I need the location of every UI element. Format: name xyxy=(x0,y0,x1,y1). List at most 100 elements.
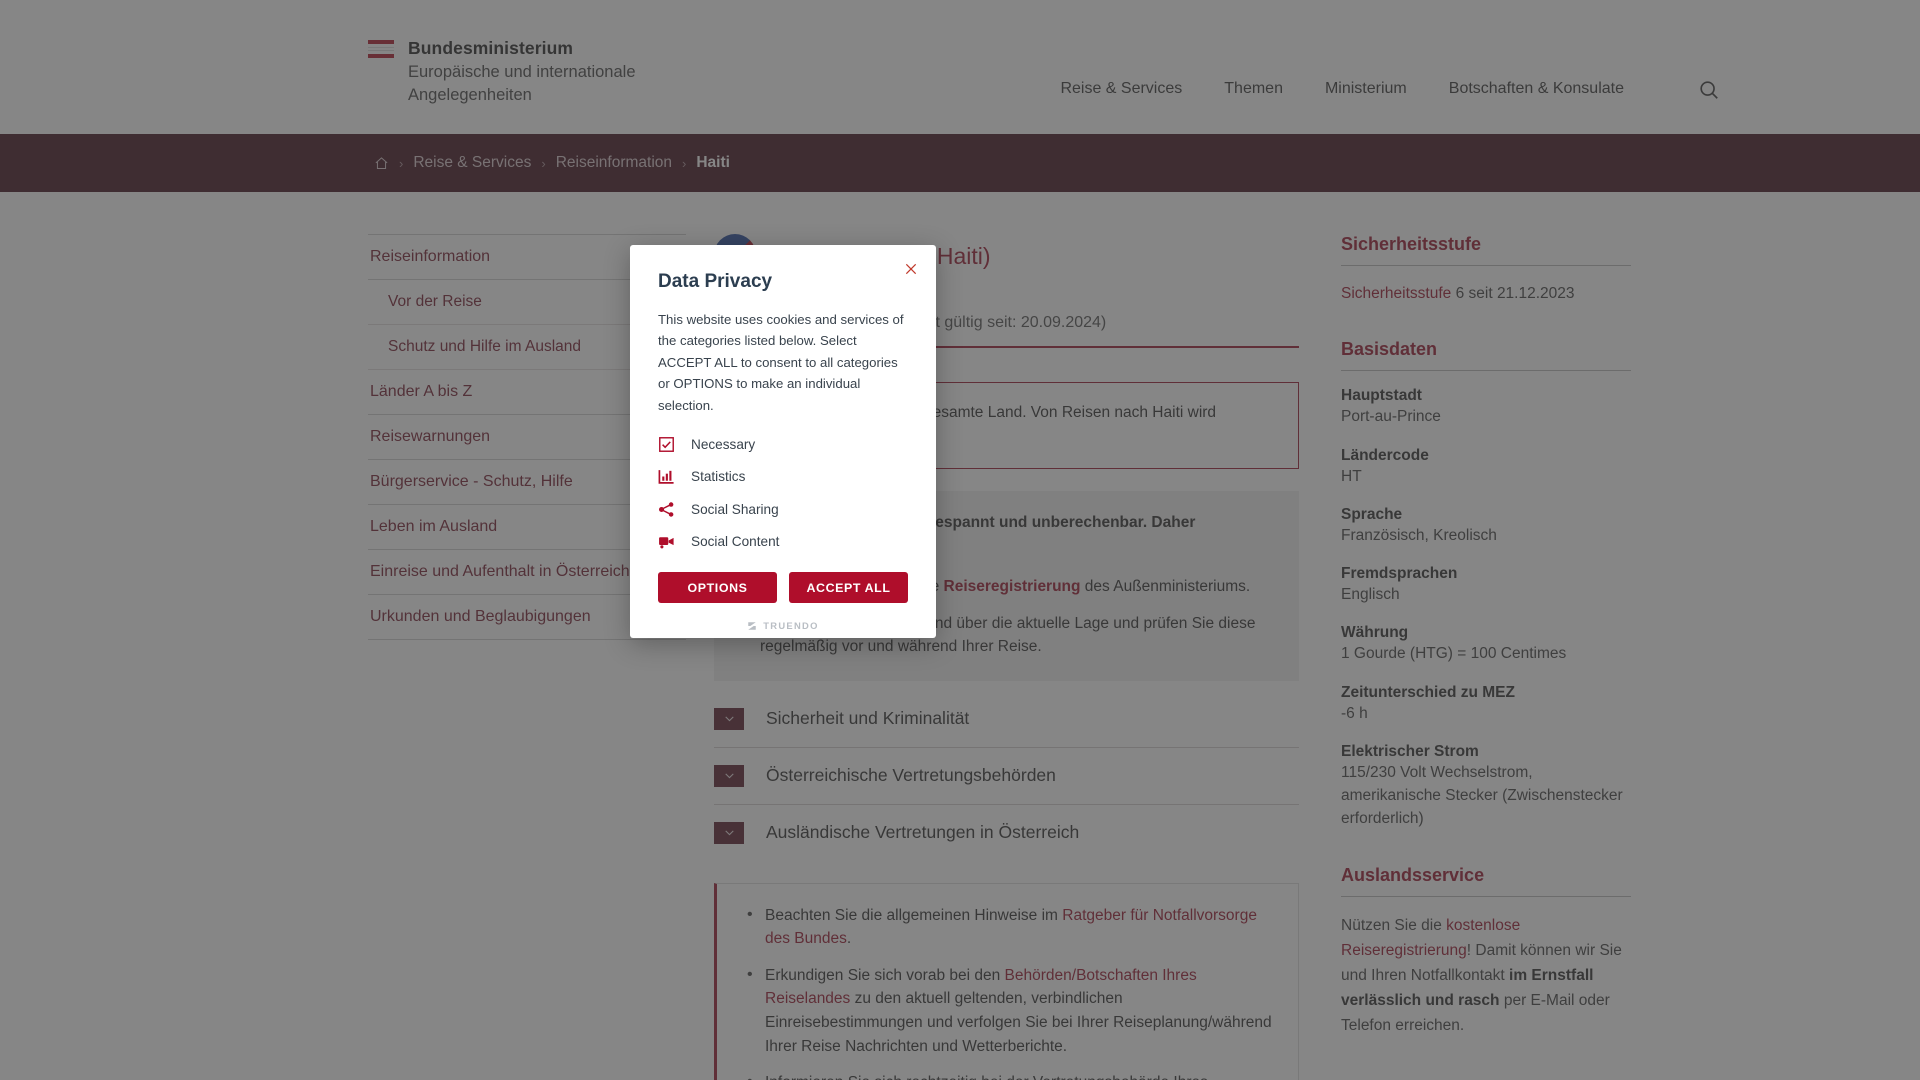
basis-value: Port-au-Prince xyxy=(1341,408,1441,426)
sidebar-label: Länder A bis Z xyxy=(370,383,473,400)
category-label: Necessary xyxy=(691,436,756,452)
basis-row-fremdsprachen: Fremdsprachen Englisch xyxy=(1341,565,1631,606)
modal-button-row: OPTIONS ACCEPT ALL xyxy=(658,572,908,604)
logo-line-1: Bundesministerium xyxy=(408,38,574,58)
sidebar-label: Leben im Ausland xyxy=(370,518,498,535)
breadcrumb-item-haiti: Haiti xyxy=(696,154,730,171)
basis-key: Hauptstadt xyxy=(1341,387,1422,405)
sidebar-label: Urkunden und Beglaubigungen xyxy=(370,608,591,625)
chevron-down-icon[interactable] xyxy=(714,821,744,844)
basis-row-hauptstadt: Hauptstadt Port-au-Prince xyxy=(1341,387,1631,428)
breadcrumb-item-reise-services[interactable]: Reise & Services xyxy=(413,154,531,172)
basis-value: Englisch xyxy=(1341,586,1400,603)
breadcrumb-separator-1: › xyxy=(399,155,404,171)
service-pre: Nützen Sie die xyxy=(1341,916,1447,934)
accordion-label: Ausländische Vertretungen in Österreich xyxy=(766,822,1080,843)
basis-row-laendercode: Ländercode HT xyxy=(1341,447,1631,488)
bar-chart-icon[interactable] xyxy=(658,468,675,485)
info-sidebar: Sicherheitsstufe Sicherheitsstufe 6 seit… xyxy=(1341,234,1631,1080)
basis-value: Französisch, Kreolisch xyxy=(1341,526,1497,544)
breadcrumb-bar: › Reise & Services › Reiseinformation › … xyxy=(0,134,1920,192)
logo-line-2: Europäische und internationale xyxy=(408,62,636,81)
nav-item-reise-services[interactable]: Reise & Services xyxy=(1060,80,1182,98)
austria-flag-icon xyxy=(368,36,394,66)
basis-key: Fremdsprachen xyxy=(1341,565,1458,582)
modal-body-text: This website uses cookies and services o… xyxy=(658,312,904,413)
accordion-oesterreichische-vertretungsbehoerden[interactable]: Österreichische Vertretungsbehörden xyxy=(714,748,1299,805)
advice-pre: Erkundigen Sie sich vorab bei den xyxy=(765,966,1005,984)
sidebar-label: Bürgerservice - Schutz, Hilfe xyxy=(370,473,573,490)
media-content-icon[interactable] xyxy=(658,533,675,550)
sidebar-label: Schutz und Hilfe im Ausland xyxy=(388,338,581,355)
advice-item: Erkundigen Sie sich vorab bei den Behörd… xyxy=(743,963,1276,1058)
basis-row-elektrischer-strom: Elektrischer Strom 115/230 Volt Wechsels… xyxy=(1341,743,1631,831)
sidebar-label: Einreise und Aufenthalt in Österreich xyxy=(370,563,630,580)
breadcrumb: › Reise & Services › Reiseinformation › … xyxy=(374,154,730,172)
page-root: Bundesministerium Europäische und intern… xyxy=(0,0,1920,1080)
chevron-down-icon[interactable] xyxy=(714,707,744,730)
basis-key: Ländercode xyxy=(1341,446,1429,464)
advice-pre: Beachten Sie die allgemeinen Hinweise im xyxy=(765,906,1063,924)
basis-key: Währung xyxy=(1341,624,1409,642)
search-icon[interactable] xyxy=(1694,76,1724,106)
security-level-rest: 6 seit 21.12.2023 xyxy=(1451,285,1575,302)
basis-value: 115/230 Volt Wechselstrom, amerikanische… xyxy=(1341,763,1623,828)
basis-value: 1 Gourde (HTG) = 100 Centimes xyxy=(1341,645,1567,663)
rec-post: des Außenministeriums. xyxy=(1080,578,1251,596)
share-icon[interactable] xyxy=(658,501,675,518)
truendo-label: TRUENDO xyxy=(763,620,819,632)
auslandsservice-text: Nützen Sie die kostenlose Reiseregistrie… xyxy=(1341,913,1631,1039)
advice-item: Informieren Sie sich rechtzeitig bei der… xyxy=(743,1070,1276,1080)
general-advice-box: Beachten Sie die allgemeinen Hinweise im… xyxy=(714,882,1299,1080)
nav-item-themen[interactable]: Themen xyxy=(1224,80,1283,98)
modal-title: Data Privacy xyxy=(658,271,773,292)
checkbox-checked-icon[interactable] xyxy=(658,436,675,453)
accordion-auslaendische-vertretungen[interactable]: Ausländische Vertretungen in Österreich xyxy=(714,805,1299,861)
reiseregistrierung-link[interactable]: Reiseregistrierung xyxy=(944,578,1081,595)
data-privacy-modal: Data Privacy This website uses cookies a… xyxy=(630,245,936,638)
site-header: Bundesministerium Europäische und intern… xyxy=(0,0,1920,134)
security-level-heading: Sicherheitsstufe xyxy=(1341,234,1631,266)
breadcrumb-item-reiseinformation[interactable]: Reiseinformation xyxy=(556,154,672,172)
category-social-sharing[interactable]: Social Sharing xyxy=(658,501,908,518)
category-label: Social Sharing xyxy=(691,501,779,517)
basisdaten-heading: Basisdaten xyxy=(1341,339,1631,372)
basis-value: HT xyxy=(1341,467,1362,485)
security-level-link[interactable]: Sicherheitsstufe xyxy=(1341,285,1451,302)
accordion-label: Österreichische Vertretungsbehörden xyxy=(766,765,1056,786)
accordion-sicherheit-kriminalitaet[interactable]: Sicherheit und Kriminalität xyxy=(714,691,1299,748)
home-icon[interactable] xyxy=(374,156,389,171)
accordion-group: Sicherheit und Kriminalität Österreichis… xyxy=(714,691,1299,861)
basis-key: Sprache xyxy=(1341,505,1403,523)
advice-post: . xyxy=(846,930,852,948)
category-necessary[interactable]: Necessary xyxy=(658,436,908,453)
accept-all-button[interactable]: ACCEPT ALL xyxy=(789,572,908,604)
main-navigation: Reise & Services Themen Ministerium Bots… xyxy=(1060,80,1624,98)
category-social-content[interactable]: Social Content xyxy=(658,533,908,550)
truendo-logo-icon xyxy=(748,622,757,630)
logo-line-3: Angelegenheiten xyxy=(408,86,532,105)
basis-row-zeitunterschied: Zeitunterschied zu MEZ -6 h xyxy=(1341,684,1631,725)
sidebar-label: Vor der Reise xyxy=(388,293,482,310)
site-logo[interactable]: Bundesministerium Europäische und intern… xyxy=(368,36,636,108)
truendo-branding: TRUENDO xyxy=(658,620,908,631)
category-label: Social Content xyxy=(691,534,780,550)
options-button[interactable]: OPTIONS xyxy=(658,572,777,604)
basis-key: Elektrischer Strom xyxy=(1341,742,1479,760)
category-statistics[interactable]: Statistics xyxy=(658,468,908,485)
category-label: Statistics xyxy=(691,469,746,485)
accordion-label: Sicherheit und Kriminalität xyxy=(766,708,970,729)
chevron-down-icon[interactable] xyxy=(714,764,744,787)
close-icon[interactable] xyxy=(900,258,922,280)
page-body: Reiseinformation Vor der Reise Schutz un… xyxy=(0,192,1920,1080)
auslandsservice-heading: Auslandsservice xyxy=(1341,865,1631,897)
cookie-category-list: Necessary Statistics Social Sharing Soci… xyxy=(658,436,908,551)
basis-key: Zeitunterschied zu MEZ xyxy=(1341,683,1515,701)
breadcrumb-separator-3: › xyxy=(682,155,687,171)
nav-item-ministerium[interactable]: Ministerium xyxy=(1325,80,1407,98)
basis-row-waehrung: Währung 1 Gourde (HTG) = 100 Centimes xyxy=(1341,624,1631,665)
breadcrumb-separator-2: › xyxy=(541,155,546,171)
nav-item-botschaften-konsulate[interactable]: Botschaften & Konsulate xyxy=(1449,80,1624,98)
sidebar-label: Reiseinformation xyxy=(370,248,491,265)
security-level-value: Sicherheitsstufe 6 seit 21.12.2023 xyxy=(1341,282,1631,305)
